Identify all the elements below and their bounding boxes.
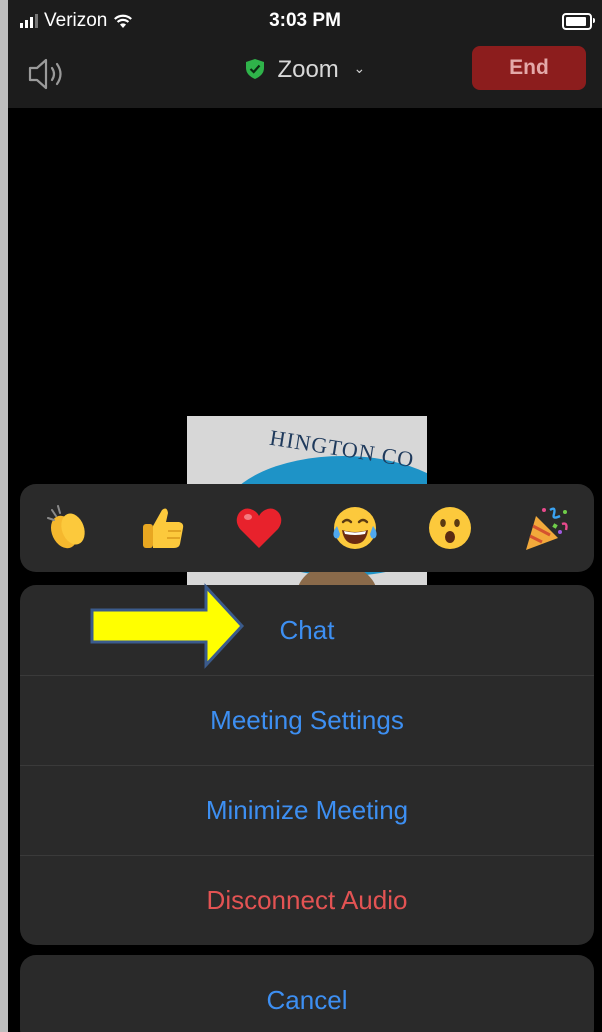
tears-of-joy-icon[interactable] (325, 498, 385, 558)
meeting-title-label: Zoom (277, 56, 339, 83)
reactions-bar (20, 484, 594, 572)
battery-icon (562, 13, 595, 30)
disconnect-audio-menu-item[interactable]: Disconnect Audio (20, 855, 594, 945)
meeting-toolbar: Zoom ⌄ End (8, 44, 602, 108)
shield-check-icon (245, 59, 264, 79)
chevron-down-icon: ⌄ (353, 60, 366, 76)
open-mouth-icon[interactable] (420, 498, 480, 558)
meeting-settings-menu-item[interactable]: Meeting Settings (20, 675, 594, 765)
cancel-button[interactable]: Cancel (20, 955, 594, 1032)
heart-icon[interactable] (229, 498, 289, 558)
phone-screen: Verizon 3:03 PM Zoom ⌄ End HINGTON CO Ch… (8, 0, 602, 1032)
status-bar: Verizon 3:03 PM (8, 0, 602, 44)
arrow-annotation-icon (90, 583, 245, 669)
thumbs-up-icon[interactable] (133, 498, 193, 558)
status-time: 3:03 PM (269, 10, 341, 31)
minimize-meeting-menu-item[interactable]: Minimize Meeting (20, 765, 594, 855)
party-popper-icon[interactable] (516, 498, 576, 558)
clapping-hands-icon[interactable] (38, 498, 98, 558)
end-button[interactable]: End (472, 46, 586, 90)
